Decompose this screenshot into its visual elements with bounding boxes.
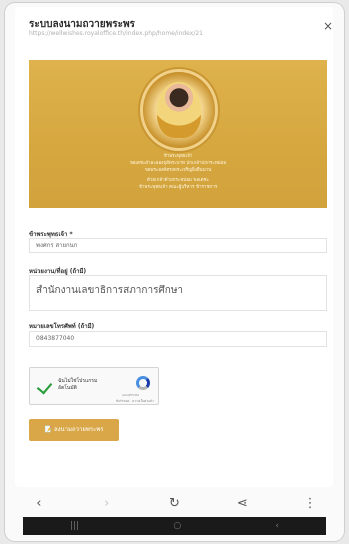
- share-icon[interactable]: ⋖: [230, 496, 254, 511]
- forward-icon[interactable]: ›: [95, 496, 119, 511]
- more-options-icon[interactable]: ⋮: [298, 496, 322, 511]
- organization-field[interactable]: สำนักงานเลขาธิการสภาการศึกษา: [29, 275, 327, 311]
- device-screen: ระบบลงนามถวายพระพร https://wellwishes.ro…: [5, 3, 344, 541]
- recaptcha-label: ฉันไม่ใช่โปรแกรม อัตโนมัติ: [58, 378, 97, 392]
- signing-dialog: ระบบลงนามถวายพระพร https://wellwishes.ro…: [15, 7, 333, 487]
- banner-line-4: ด้วยเกล้าด้วยกระหม่อม ขอเดชะ: [146, 178, 210, 183]
- recaptcha-label-line-1: ฉันไม่ใช่โปรแกรม: [58, 378, 98, 384]
- royal-portrait: [157, 82, 201, 138]
- reload-icon[interactable]: ↻: [162, 496, 186, 511]
- name-field[interactable]: พงศกร สายกนก: [29, 238, 327, 253]
- recaptcha-terms[interactable]: ข้อกำหนด · ความเป็นส่วนตัว: [116, 399, 154, 404]
- recaptcha-logo-icon: [136, 376, 150, 390]
- royal-banner: ข้าพระพุทธเจ้า ขอเดชะฝ่าละอองธุลีพระบาท …: [29, 60, 327, 208]
- recaptcha-brand: reCAPTCHA: [122, 393, 139, 397]
- back-icon[interactable]: ‹: [27, 496, 51, 511]
- recaptcha-brand-text: reCAPTCHA: [122, 393, 140, 397]
- pen-icon: 📝: [44, 426, 53, 433]
- system-navigation-bar: ||| ○ ‹: [23, 517, 326, 535]
- close-icon[interactable]: ×: [321, 19, 335, 33]
- system-back-icon[interactable]: ‹: [275, 521, 279, 531]
- phone-label: หมายเลขโทรศัพท์ (ถ้ามี): [29, 323, 95, 330]
- banner-line-5: ข้าพระพุทธเจ้า คณะผู้บริหาร ข้าราชการ: [138, 185, 218, 190]
- recaptcha-label-line-2: อัตโนมัติ: [58, 385, 77, 391]
- phone-field[interactable]: 0843877040: [29, 331, 327, 347]
- recents-icon[interactable]: |||: [70, 521, 79, 531]
- banner-line-3: ขอพระองค์ทรงพระเจริญยิ่งยืนนาน: [144, 168, 212, 173]
- submit-label: ลงนามถวายพระพร: [53, 426, 104, 433]
- submit-button[interactable]: 📝 ลงนามถวายพระพร: [29, 419, 119, 441]
- portrait-frame: [143, 72, 215, 148]
- browser-navigation: ‹ › ↻ ⋖ ⋮: [5, 489, 344, 517]
- banner-line-1: ข้าพระพุทธเจ้า: [163, 154, 193, 159]
- banner-line-2: ขอเดชะฝ่าละอองธุลีพระบาท ปกเกล้าปกกระหม่…: [129, 161, 227, 166]
- home-icon[interactable]: ○: [173, 521, 181, 531]
- recaptcha-widget[interactable]: ฉันไม่ใช่โปรแกรม อัตโนมัติ reCAPTCHA ข้อ…: [29, 367, 159, 405]
- dialog-url[interactable]: https://wellwishes.royaloffice.th/index.…: [29, 30, 279, 37]
- checkmark-icon[interactable]: [36, 378, 53, 395]
